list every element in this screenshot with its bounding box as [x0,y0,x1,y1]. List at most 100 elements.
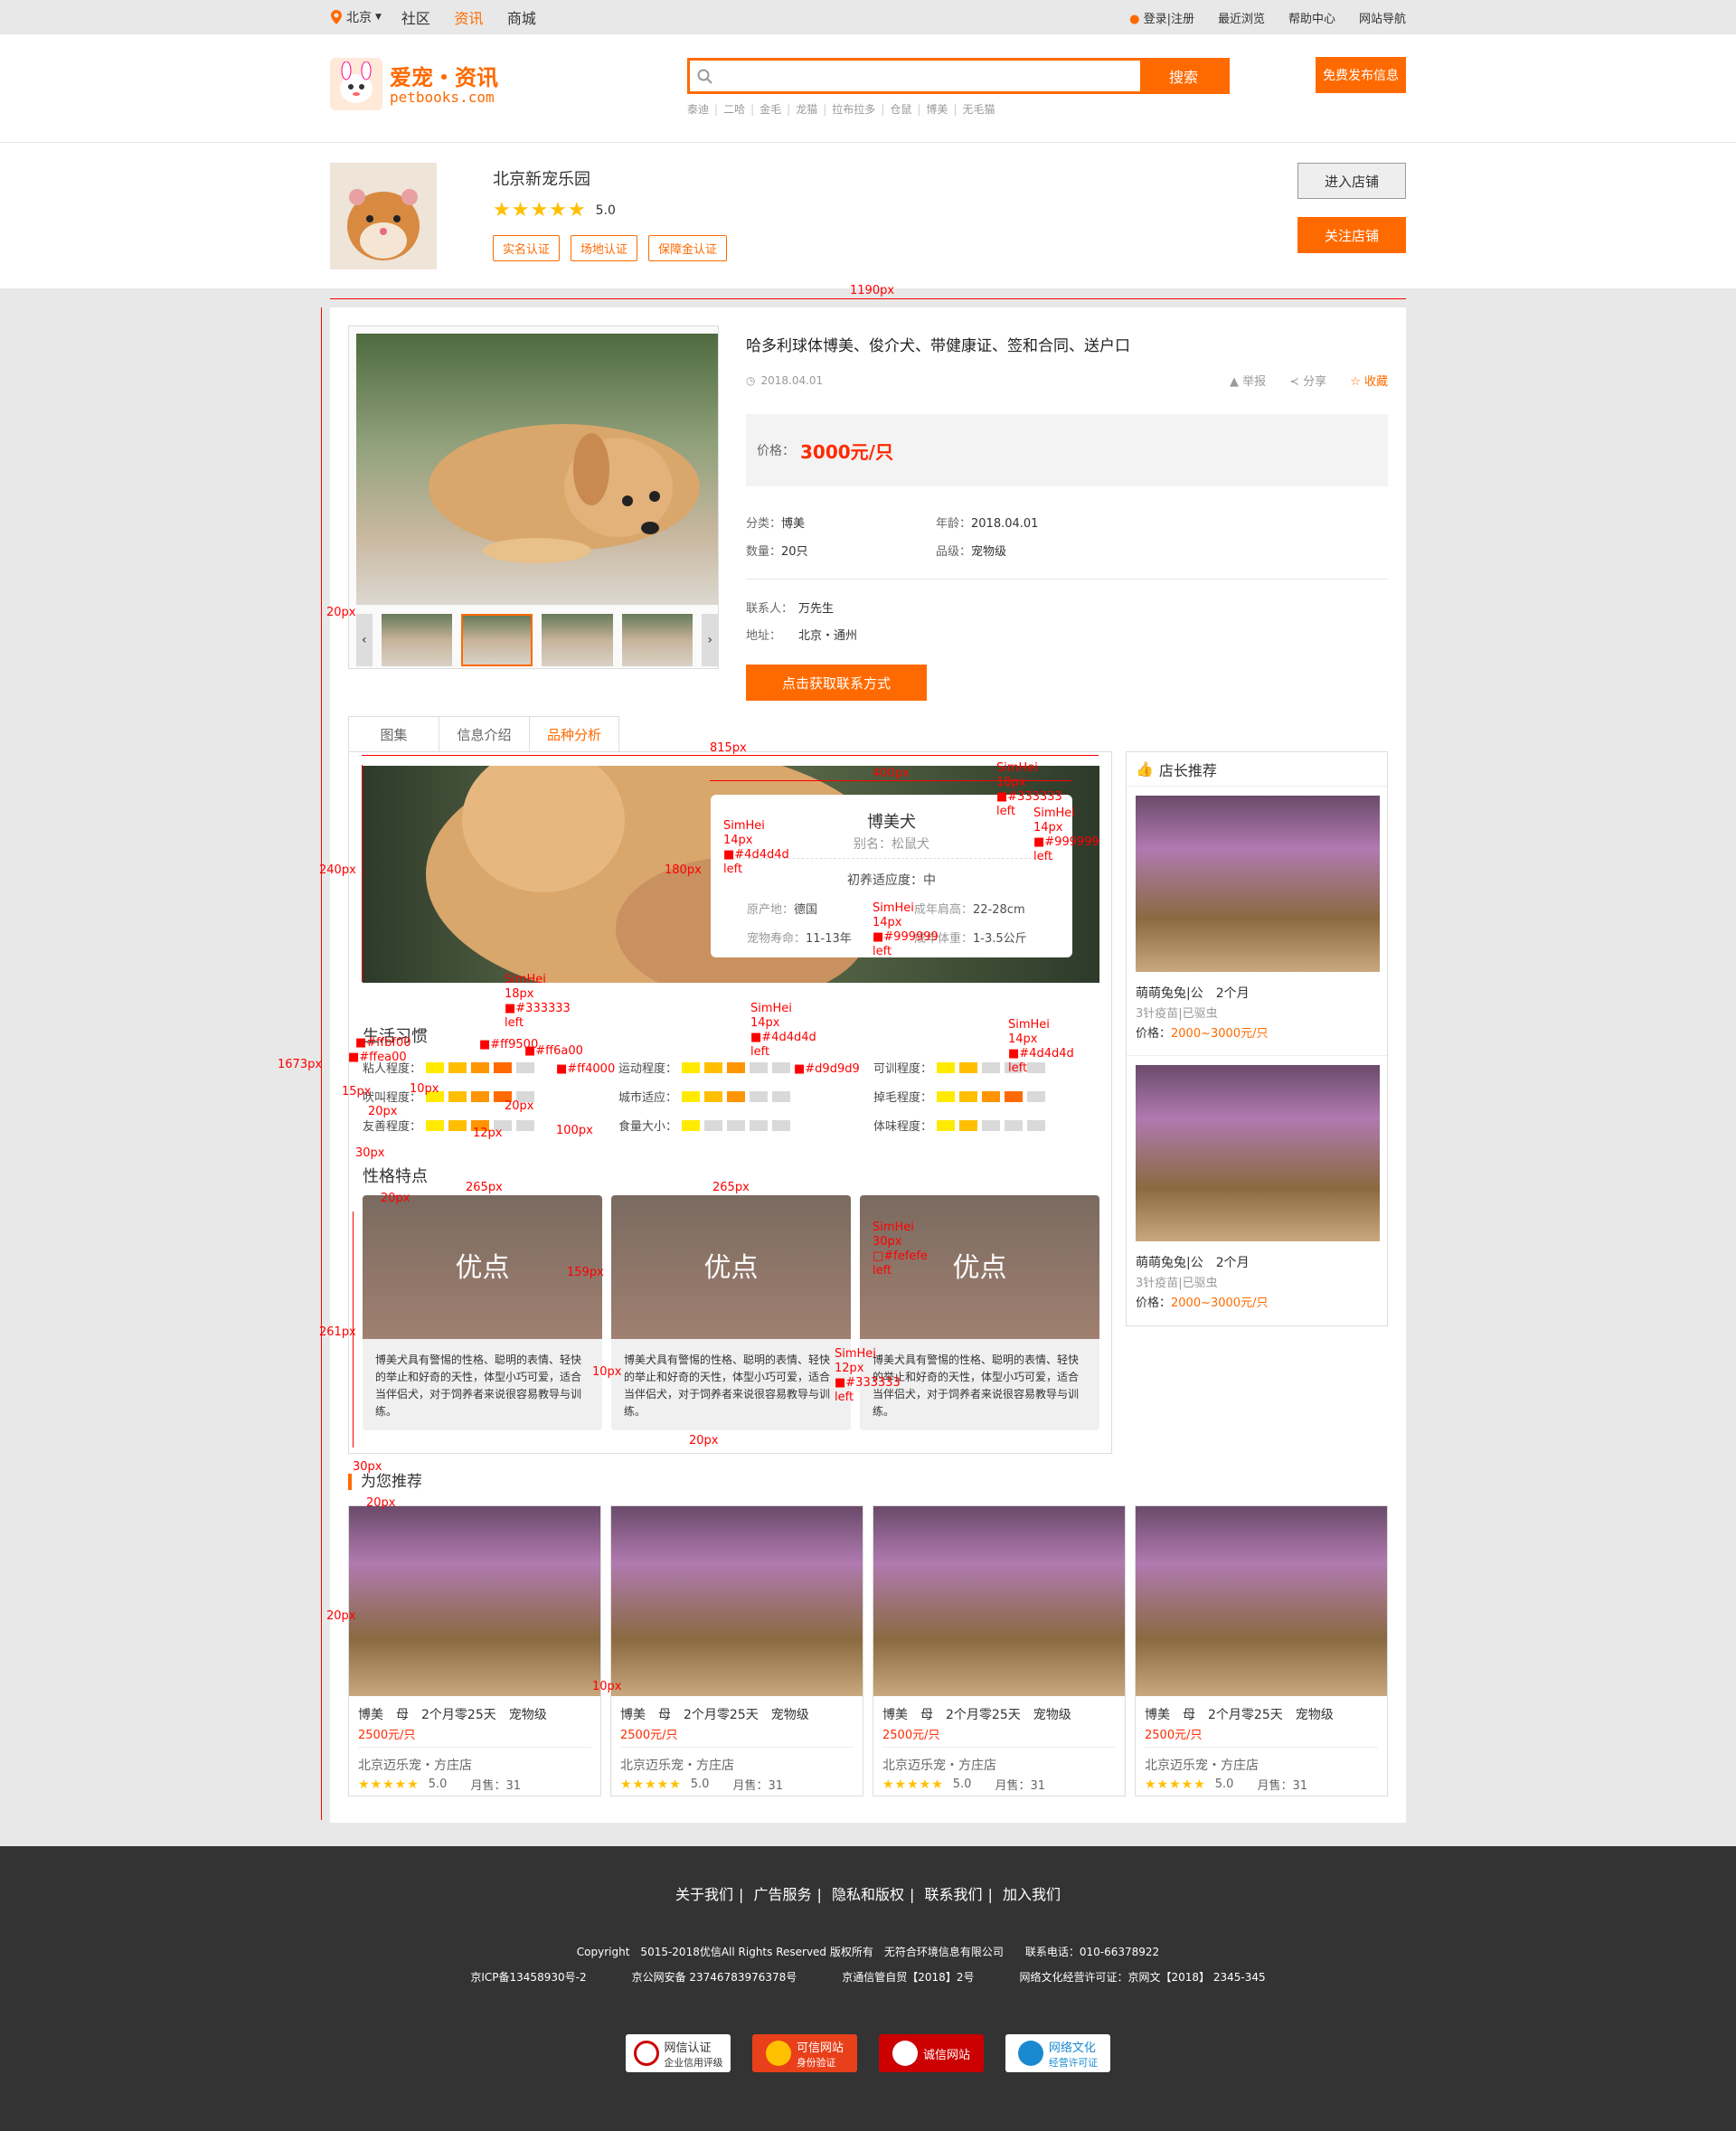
publish-button[interactable]: 免费发布信息 [1316,57,1406,93]
for-you-title: 为您推荐 [348,1474,422,1490]
hot-word[interactable]: 金毛 [750,101,781,117]
cert-wangxin[interactable]: 网信认证 企业信用评级 [626,2034,731,2072]
logo-domain[interactable]: petbooks.com [390,89,495,106]
annotation: 20px [381,1192,410,1205]
for-you-card[interactable]: 博美 母 2个月零25天 宠物级 2500元/只 北京迈乐宠・方庄店 ★★★★★ 5.0… [1135,1505,1388,1796]
for-you-shop[interactable]: 北京迈乐宠・方庄店 [620,1756,734,1774]
for-you-shop[interactable]: 北京迈乐宠・方庄店 [1145,1756,1259,1774]
recent-link[interactable]: 最近浏览 [1218,9,1265,26]
rating-score: 5.0 [595,203,616,218]
weight-value: 1-3.5公斤 [973,932,1027,946]
tab-gallery[interactable]: 图集 [348,716,439,752]
habit-level-segment [982,1061,1000,1073]
breed-row: 原产地：德国 [747,900,817,917]
trait-text: 博美犬具有警惕的性格、聪明的表情、轻快的举止和好奇的天性，体型小巧可爱，适合当伴… [624,1353,831,1418]
for-you-shop[interactable]: 北京迈乐宠・方庄店 [882,1756,996,1774]
recommend-image[interactable] [1136,1065,1380,1241]
hot-word[interactable]: 二哈 [714,101,745,117]
for-you-image[interactable] [349,1506,600,1696]
search-button[interactable]: 搜索 [1140,61,1227,91]
help-link[interactable]: 帮助中心 [1288,9,1335,26]
city-selector[interactable]: 北京 ▼ [330,8,382,26]
rating-score: 5.0 [690,1777,710,1791]
shop-name[interactable]: 北京新宠乐园 [493,166,590,190]
recommend-image[interactable] [1136,796,1380,972]
for-you-card[interactable]: 博美 母 2个月零25天 宠物级 2500元/只 北京迈乐宠・方庄店 ★★★★★ 5.0… [348,1505,601,1796]
annotation-line [330,298,1406,299]
hot-word[interactable]: 龙猫 [787,101,817,117]
habit-level-segment [1005,1090,1023,1102]
tab-breed[interactable]: 品种分析 [529,716,619,752]
habit-level-segment [426,1119,444,1131]
nav-news[interactable]: 资讯 [454,10,483,27]
footer-link[interactable]: 隐私和版权 [832,1886,904,1903]
copyright: Copyright 5015-2018优信All Rights Reserved… [576,1946,1160,1958]
for-you-image[interactable] [873,1506,1125,1696]
footer-link[interactable]: 联系我们 [924,1886,982,1903]
trait-image: 优点 [611,1195,851,1339]
share-button[interactable]: ≺ 分享 [1289,372,1326,389]
follow-shop-button[interactable]: 关注店铺 [1297,217,1406,253]
recommend-price: 价格：2000~3000元/只 [1136,1293,1268,1310]
shop-avatar[interactable] [330,163,437,269]
enter-shop-button[interactable]: 进入店铺 [1297,163,1406,199]
habit-level-segment [727,1061,745,1073]
tab-info[interactable]: 信息介绍 [439,716,529,752]
thumbnail[interactable] [542,614,613,666]
footer-link[interactable]: 加入我们 [1003,1886,1061,1903]
footer-link[interactable]: 关于我们 [675,1886,733,1903]
logo-title[interactable]: 爱宠・资讯 [390,60,498,91]
recommend-vaccine: 3针疫苗|已驱虫 [1136,1277,1218,1290]
hot-word[interactable]: 仓鼠 [881,101,911,117]
rating-stars: ★★★★★ [620,1777,682,1792]
share-label: 分享 [1303,375,1327,389]
icp-item: 京通信管自贸【2018】2号 [842,1971,975,1984]
hot-word[interactable]: 拉布拉多 [823,101,875,117]
annotation: 10px [592,1365,622,1379]
for-you-card[interactable]: 博美 母 2个月零25天 宠物级 2500元/只 北京迈乐宠・方庄店 ★★★★★ 5.0… [610,1505,863,1796]
for-you-card[interactable]: 博美 母 2个月零25天 宠物级 2500元/只 北京迈乐宠・方庄店 ★★★★★ 5.0… [873,1505,1126,1796]
for-you-image[interactable] [1136,1506,1387,1696]
report-button[interactable]: ▲ 举报 [1230,372,1266,389]
cert-trusted[interactable]: 可信网站 身份验证 [752,2034,857,2072]
thumbnail[interactable] [381,614,453,666]
annotation: 159px [567,1266,604,1279]
nav-community[interactable]: 社区 [401,10,430,27]
search-input[interactable] [690,61,1140,91]
cert-integrity[interactable]: 诚信网站 [879,2034,984,2072]
favorite-button[interactable]: ☆ 收藏 [1350,372,1388,389]
hot-word[interactable]: 泰迪 [687,101,709,117]
chevron-left-icon[interactable]: ‹ [356,614,373,666]
life-key: 宠物寿命： [747,932,807,946]
chevron-right-icon[interactable]: › [702,614,718,666]
thumbnail[interactable] [621,614,693,666]
product-info: 哈多利球体博美、俊介犬、带健康证、签和合同、送户口 ◷ 2018.04.01 ▲… [746,325,1388,701]
spec-item: 品级：宠物级 [936,542,1126,559]
spec-key: 年龄： [936,517,972,531]
for-you-shop[interactable]: 北京迈乐宠・方庄店 [358,1756,472,1774]
thumbnail-active[interactable] [461,614,533,666]
main-photo[interactable] [356,334,718,605]
for-you-image[interactable] [611,1506,863,1696]
annotation: ■#ff4000 [556,1062,616,1076]
logo-mascot-icon[interactable] [330,58,382,110]
annotation: 815px [710,741,747,755]
annotation: SimHei 14px ■#999999 left [1033,806,1099,863]
hot-word[interactable]: 博美 [917,101,948,117]
sitemap-link[interactable]: 网站导航 [1359,9,1406,26]
for-you-name: 博美 母 2个月零25天 宠物级 [358,1708,547,1722]
cert-label: 网信认证 企业信用评级 [665,2038,723,2070]
hot-word[interactable]: 无毛猫 [953,101,995,117]
recommend-name: 萌萌兔兔|公 2个月 [1136,1256,1250,1270]
nav-mall[interactable]: 商城 [507,10,536,27]
footer-link[interactable]: 广告服务 [753,1886,811,1903]
recommend-item[interactable]: 萌萌兔兔|公 2个月 3针疫苗|已驱虫 价格：2000~3000元/只 [1127,1056,1387,1325]
price-value: 2000~3000元/只 [1171,1027,1269,1041]
get-contact-button[interactable]: 点击获取联系方式 [746,665,927,701]
login-link[interactable]: ● 登录|注册 [1129,9,1194,26]
cert-culture[interactable]: 网络文化 经营许可证 [1005,2034,1110,2072]
annotation: ■#ffbf00 [355,1036,411,1050]
main-area: ‹ › 哈多利球体博美、俊介犬、带健康证、签和合同、送户口 ◷ 2018.04.… [0,284,1736,1849]
clock-icon: ◷ [746,373,756,387]
recommend-item[interactable]: 萌萌兔兔|公 2个月 3针疫苗|已驱虫 价格：2000~3000元/只 [1127,787,1387,1056]
